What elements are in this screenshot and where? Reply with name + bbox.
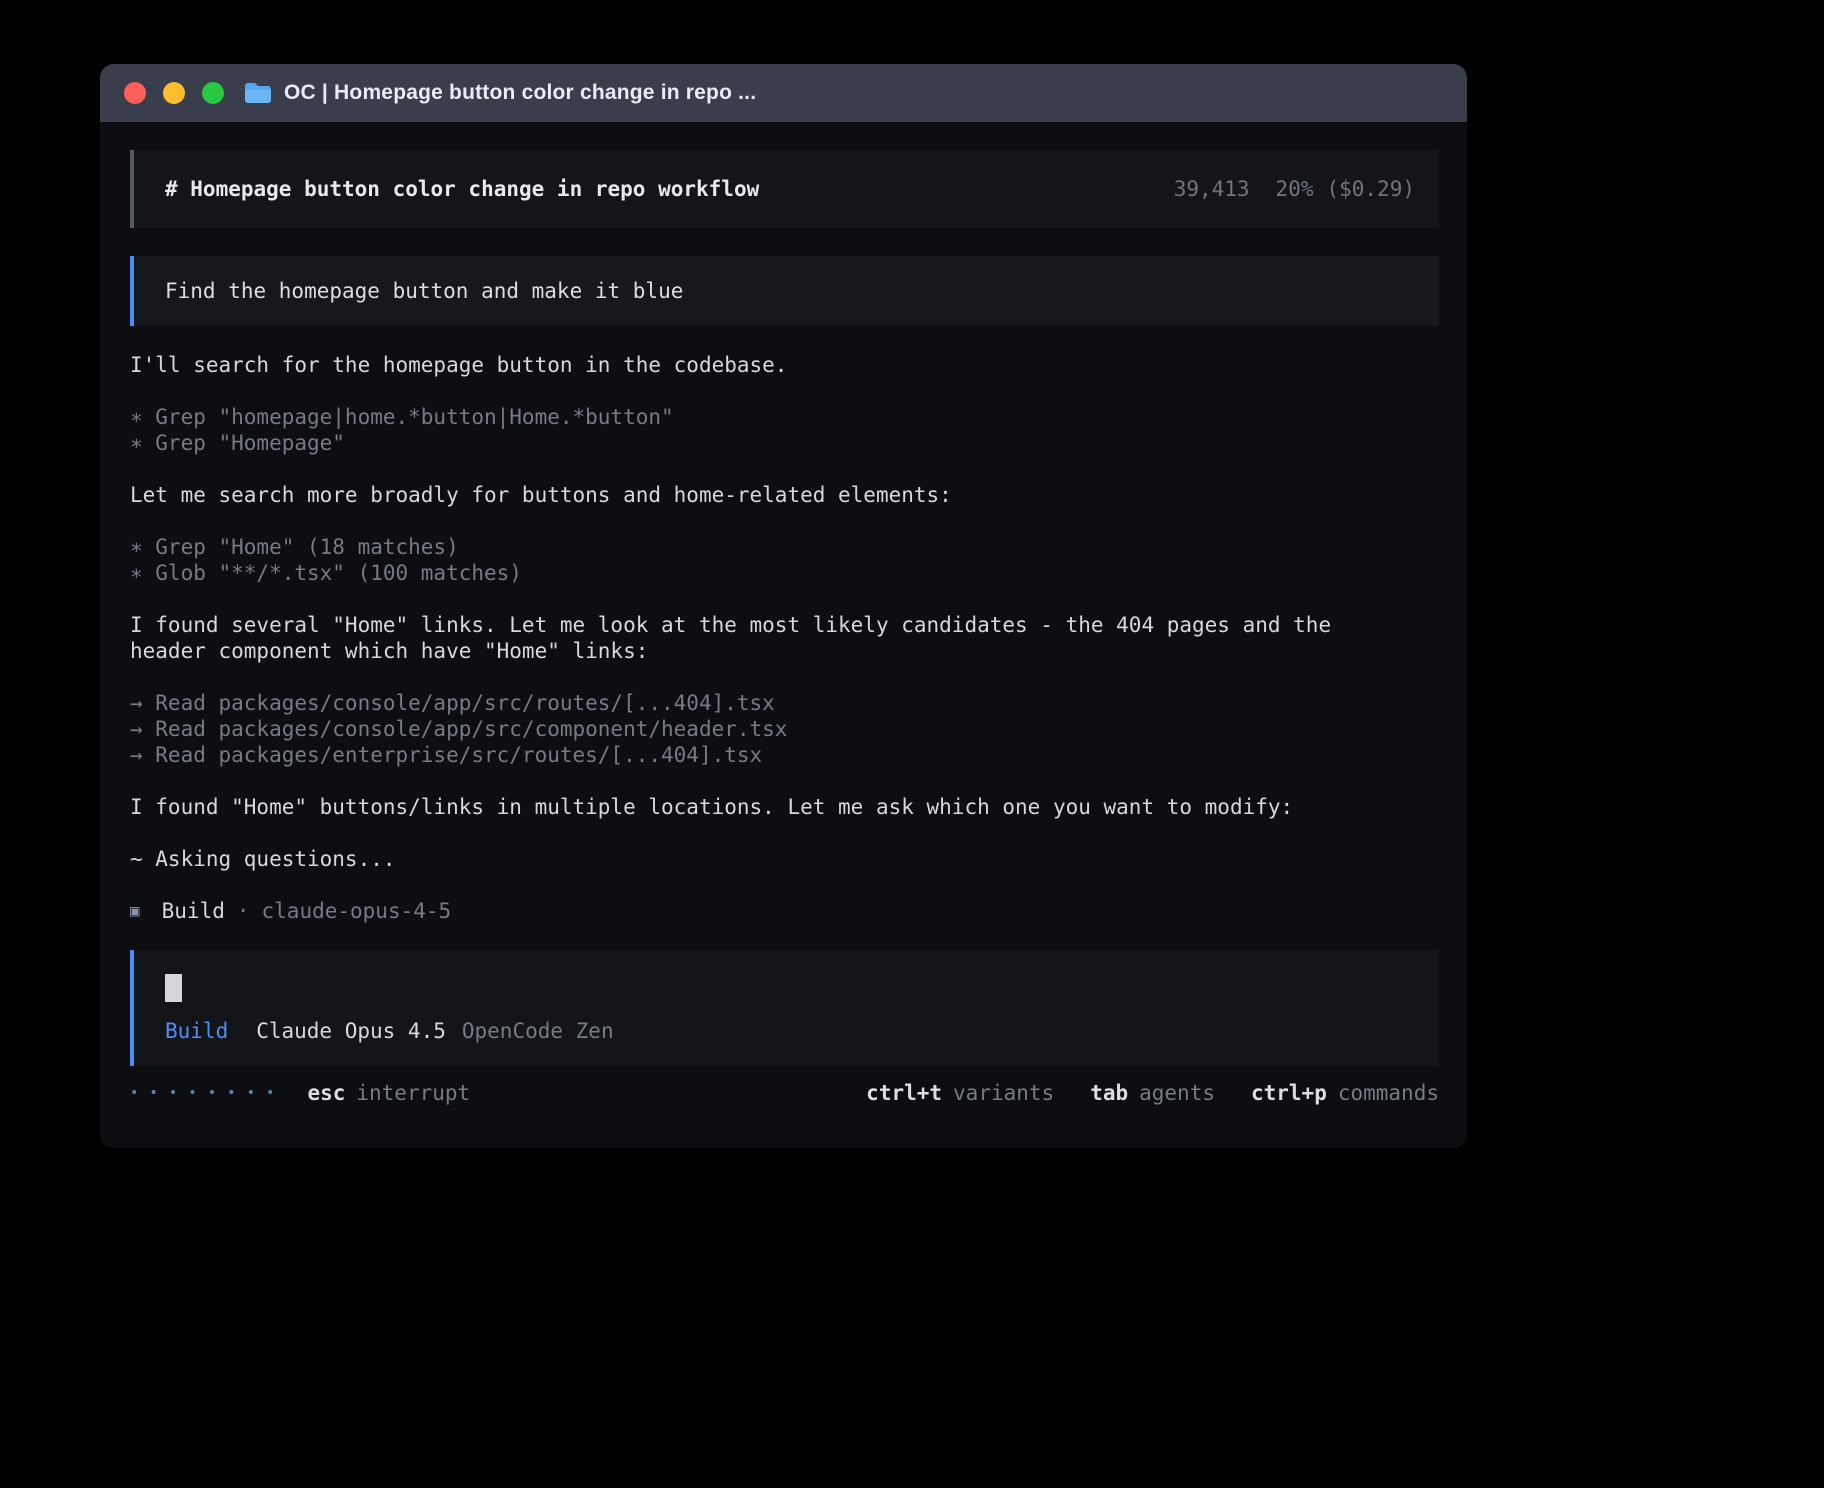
session-title: # Homepage button color change in repo w… [165,176,759,202]
status-right: ctrl+t variants tab agents ctrl+p commands [830,1080,1439,1106]
tool-call-block: ∗ Grep "homepage|home.*button|Home.*butt… [130,404,1439,456]
terminal-window: OC | Homepage button color change in rep… [100,64,1467,1148]
hint-key: tab [1090,1080,1128,1106]
user-message-text: Find the homepage button and make it blu… [165,278,683,304]
assistant-text-block: Let me search more broadly for buttons a… [130,482,1439,508]
assistant-text-block: I found several "Home" links. Let me loo… [130,612,1439,664]
tool-call-line: → Read packages/console/app/src/componen… [130,716,1439,742]
text-cursor [165,974,182,1002]
title-group: OC | Homepage button color change in rep… [244,81,756,105]
status-bar: •••••••• esc interrupt ctrl+t variants tab… [130,1080,1439,1106]
input-meta: Build Claude Opus 4.5 OpenCode Zen [165,1018,1439,1044]
agent-name: Build [162,898,225,924]
token-count: 39,413 [1174,176,1250,202]
hint-key: ctrl+t [866,1080,942,1106]
terminal-body: # Homepage button color change in repo w… [100,150,1467,1106]
interrupt-label: interrupt [356,1080,470,1106]
tool-call-block: → Read packages/console/app/src/routes/[… [130,690,1439,768]
prompt-input[interactable]: Build Claude Opus 4.5 OpenCode Zen [130,950,1439,1066]
assistant-text-block: ~ Asking questions... [130,846,1439,872]
status-left: •••••••• esc interrupt [130,1080,470,1106]
keybind-hint: ctrl+p commands [1251,1080,1439,1106]
input-provider-label: OpenCode Zen [462,1018,614,1044]
tool-call-block: ∗ Grep "Home" (18 matches)∗ Glob "**/*.t… [130,534,1439,586]
keybind-hint: tab agents [1090,1080,1215,1106]
traffic-lights [124,82,224,104]
assistant-text-line: I found "Home" buttons/links in multiple… [130,794,1439,820]
hint-label: commands [1338,1080,1439,1106]
minimize-button[interactable] [163,82,185,104]
assistant-text-block: I found "Home" buttons/links in multiple… [130,794,1439,820]
window-title: OC | Homepage button color change in rep… [284,81,756,105]
tool-call-line: → Read packages/enterprise/src/routes/[.… [130,742,1439,768]
hint-label: agents [1139,1080,1215,1106]
user-message: Find the homepage button and make it blu… [130,256,1439,326]
session-stats: 39,413 20% ($0.29) [1174,176,1415,202]
zoom-button[interactable] [202,82,224,104]
tool-call-line: → Read packages/console/app/src/routes/[… [130,690,1439,716]
agent-status-line: ▣ Build · claude-opus-4-5 [130,898,1439,924]
session-header: # Homepage button color change in repo w… [130,150,1439,228]
assistant-text-block: I'll search for the homepage button in t… [130,352,1439,378]
close-button[interactable] [124,82,146,104]
window-titlebar: OC | Homepage button color change in rep… [100,64,1467,122]
hint-label: variants [953,1080,1054,1106]
input-agent-label: Build [165,1018,228,1044]
agent-separator: · [237,898,250,924]
esc-key-hint: esc [307,1080,345,1106]
assistant-text-line: ~ Asking questions... [130,846,1439,872]
assistant-text-line: I found several "Home" links. Let me loo… [130,612,1439,638]
tool-call-line: ∗ Grep "Homepage" [130,430,1439,456]
session-cost: ($0.29) [1326,176,1415,202]
context-percent: 20% [1276,176,1314,202]
input-model-label: Claude Opus 4.5 [256,1018,446,1044]
assistant-text-line: I'll search for the homepage button in t… [130,352,1439,378]
conversation: I'll search for the homepage button in t… [130,352,1439,872]
keybind-hint: ctrl+t variants [866,1080,1054,1106]
assistant-text-line: header component which have "Home" links… [130,638,1439,664]
folder-icon [244,82,272,104]
agent-icon: ▣ [130,898,140,924]
spinner-dots: •••••••• [130,1080,285,1106]
tool-call-line: ∗ Glob "**/*.tsx" (100 matches) [130,560,1439,586]
hint-key: ctrl+p [1251,1080,1327,1106]
agent-model: claude-opus-4-5 [262,898,452,924]
tool-call-line: ∗ Grep "homepage|home.*button|Home.*butt… [130,404,1439,430]
tool-call-line: ∗ Grep "Home" (18 matches) [130,534,1439,560]
assistant-text-line: Let me search more broadly for buttons a… [130,482,1439,508]
